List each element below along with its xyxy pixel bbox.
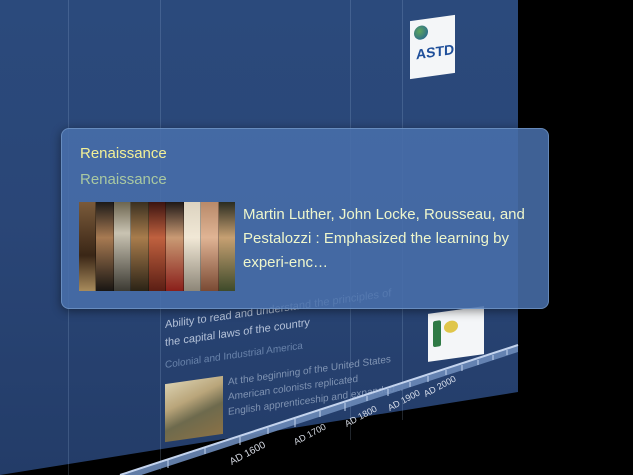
event-popup[interactable]: Renaissance Renaissance Martin Luther, J… <box>61 128 549 309</box>
portrait-image <box>201 202 219 291</box>
portrait-image <box>131 202 149 291</box>
popup-description: Martin Luther, John Locke, Rousseau, and… <box>243 206 525 271</box>
popup-subtitle: Renaissance <box>80 171 167 188</box>
portrait-collage-icon[interactable] <box>79 202 235 291</box>
popup-title: Renaissance <box>80 145 167 162</box>
portrait-image <box>148 202 167 291</box>
portrait-image <box>218 202 235 291</box>
portrait-image <box>166 202 184 291</box>
portrait-image <box>183 202 202 291</box>
portrait-image <box>96 202 114 291</box>
portrait-image <box>79 202 97 291</box>
portrait-image <box>113 202 132 291</box>
timeline-viewport[interactable]: ASTD Ability to read and understand the … <box>0 0 633 475</box>
